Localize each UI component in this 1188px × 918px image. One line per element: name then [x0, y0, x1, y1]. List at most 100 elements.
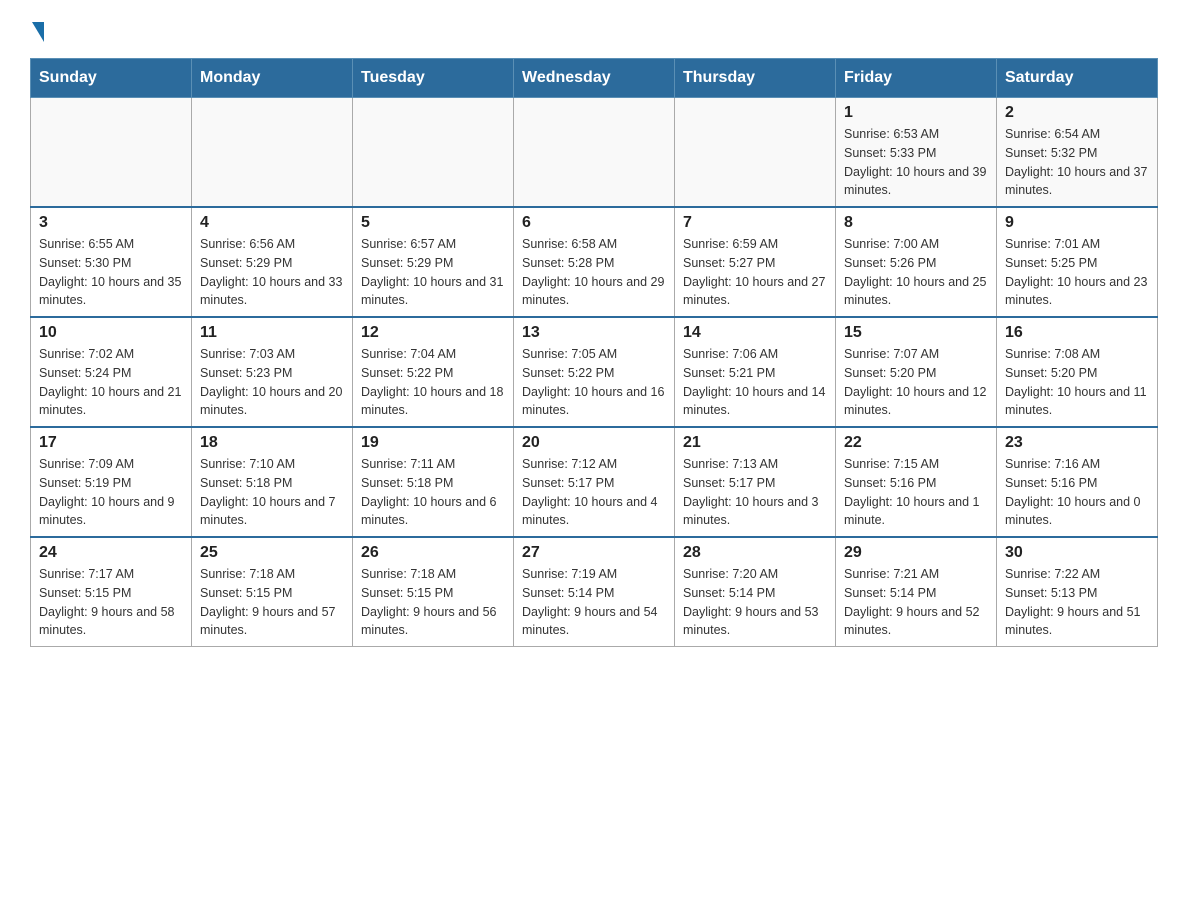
calendar-cell: 5 Sunrise: 6:57 AMSunset: 5:29 PMDaylight… [353, 207, 514, 317]
calendar-cell: 23 Sunrise: 7:16 AMSunset: 5:16 PMDayligh… [997, 427, 1158, 537]
day-info: Sunrise: 7:15 AMSunset: 5:16 PMDaylight:… [844, 455, 988, 530]
calendar-header-sunday: Sunday [31, 59, 192, 98]
calendar-cell: 25Sunrise: 7:18 AMSunset: 5:15 PMDayligh… [192, 537, 353, 647]
day-number: 4 [200, 214, 344, 232]
calendar-cell: 19 Sunrise: 7:11 AMSunset: 5:18 PMDayligh… [353, 427, 514, 537]
day-number: 10 [39, 324, 183, 342]
day-number: 21 [683, 434, 827, 452]
logo-triangle-icon [32, 22, 44, 42]
calendar-week-row: 24Sunrise: 7:17 AMSunset: 5:15 PMDayligh… [31, 537, 1158, 647]
day-number: 18 [200, 434, 344, 452]
day-number: 3 [39, 214, 183, 232]
calendar-header-thursday: Thursday [675, 59, 836, 98]
day-number: 15 [844, 324, 988, 342]
day-number: 13 [522, 324, 666, 342]
calendar-cell [31, 98, 192, 208]
day-info: Sunrise: 7:09 AMSunset: 5:19 PMDaylight:… [39, 455, 183, 530]
calendar-cell: 6 Sunrise: 6:58 AMSunset: 5:28 PMDaylight… [514, 207, 675, 317]
day-number: 26 [361, 544, 505, 562]
day-info: Sunrise: 7:08 AMSunset: 5:20 PMDaylight:… [1005, 345, 1149, 420]
calendar-cell: 30Sunrise: 7:22 AMSunset: 5:13 PMDayligh… [997, 537, 1158, 647]
day-number: 6 [522, 214, 666, 232]
day-number: 17 [39, 434, 183, 452]
calendar-cell: 26 Sunrise: 7:18 AMSunset: 5:15 PMDayligh… [353, 537, 514, 647]
calendar-header-monday: Monday [192, 59, 353, 98]
day-info: Sunrise: 7:13 AMSunset: 5:17 PMDaylight:… [683, 455, 827, 530]
calendar-cell [353, 98, 514, 208]
day-info: Sunrise: 6:54 AMSunset: 5:32 PMDaylight:… [1005, 125, 1149, 200]
day-number: 8 [844, 214, 988, 232]
day-info: Sunrise: 7:18 AMSunset: 5:15 PMDaylight:… [361, 565, 505, 640]
calendar-cell: 7 Sunrise: 6:59 AMSunset: 5:27 PMDaylight… [675, 207, 836, 317]
day-info: Sunrise: 7:12 AMSunset: 5:17 PMDaylight:… [522, 455, 666, 530]
calendar-cell: 3 Sunrise: 6:55 AMSunset: 5:30 PMDaylight… [31, 207, 192, 317]
calendar-week-row: 3 Sunrise: 6:55 AMSunset: 5:30 PMDaylight… [31, 207, 1158, 317]
calendar-week-row: 17 Sunrise: 7:09 AMSunset: 5:19 PMDayligh… [31, 427, 1158, 537]
day-info: Sunrise: 7:03 AMSunset: 5:23 PMDaylight:… [200, 345, 344, 420]
calendar-cell: 24Sunrise: 7:17 AMSunset: 5:15 PMDayligh… [31, 537, 192, 647]
calendar-header-saturday: Saturday [997, 59, 1158, 98]
day-number: 23 [1005, 434, 1149, 452]
day-number: 5 [361, 214, 505, 232]
day-info: Sunrise: 7:11 AMSunset: 5:18 PMDaylight:… [361, 455, 505, 530]
calendar-cell: 15 Sunrise: 7:07 AMSunset: 5:20 PMDayligh… [836, 317, 997, 427]
calendar-cell: 17 Sunrise: 7:09 AMSunset: 5:19 PMDayligh… [31, 427, 192, 537]
calendar-cell: 21 Sunrise: 7:13 AMSunset: 5:17 PMDayligh… [675, 427, 836, 537]
calendar-cell: 8 Sunrise: 7:00 AMSunset: 5:26 PMDaylight… [836, 207, 997, 317]
day-info: Sunrise: 6:53 AMSunset: 5:33 PMDaylight:… [844, 125, 988, 200]
calendar-cell: 13 Sunrise: 7:05 AMSunset: 5:22 PMDayligh… [514, 317, 675, 427]
day-info: Sunrise: 6:58 AMSunset: 5:28 PMDaylight:… [522, 235, 666, 310]
calendar-cell [192, 98, 353, 208]
calendar-cell: 16 Sunrise: 7:08 AMSunset: 5:20 PMDayligh… [997, 317, 1158, 427]
day-number: 1 [844, 104, 988, 122]
calendar-cell: 20 Sunrise: 7:12 AMSunset: 5:17 PMDayligh… [514, 427, 675, 537]
day-number: 14 [683, 324, 827, 342]
day-info: Sunrise: 7:02 AMSunset: 5:24 PMDaylight:… [39, 345, 183, 420]
calendar-cell: 29Sunrise: 7:21 AMSunset: 5:14 PMDayligh… [836, 537, 997, 647]
day-number: 2 [1005, 104, 1149, 122]
calendar-cell: 9Sunrise: 7:01 AMSunset: 5:25 PMDaylight… [997, 207, 1158, 317]
calendar-cell: 4Sunrise: 6:56 AMSunset: 5:29 PMDaylight… [192, 207, 353, 317]
day-info: Sunrise: 7:20 AMSunset: 5:14 PMDaylight:… [683, 565, 827, 640]
day-info: Sunrise: 7:17 AMSunset: 5:15 PMDaylight:… [39, 565, 183, 640]
day-number: 22 [844, 434, 988, 452]
calendar-cell [675, 98, 836, 208]
calendar-header-wednesday: Wednesday [514, 59, 675, 98]
day-info: Sunrise: 7:07 AMSunset: 5:20 PMDaylight:… [844, 345, 988, 420]
header [30, 20, 1158, 38]
calendar-week-row: 10 Sunrise: 7:02 AMSunset: 5:24 PMDayligh… [31, 317, 1158, 427]
day-info: Sunrise: 7:16 AMSunset: 5:16 PMDaylight:… [1005, 455, 1149, 530]
day-info: Sunrise: 7:05 AMSunset: 5:22 PMDaylight:… [522, 345, 666, 420]
logo [30, 20, 44, 38]
day-info: Sunrise: 7:04 AMSunset: 5:22 PMDaylight:… [361, 345, 505, 420]
calendar-cell: 27 Sunrise: 7:19 AMSunset: 5:14 PMDayligh… [514, 537, 675, 647]
day-number: 28 [683, 544, 827, 562]
day-number: 30 [1005, 544, 1149, 562]
day-info: Sunrise: 7:06 AMSunset: 5:21 PMDaylight:… [683, 345, 827, 420]
day-info: Sunrise: 6:57 AMSunset: 5:29 PMDaylight:… [361, 235, 505, 310]
calendar-cell: 18 Sunrise: 7:10 AMSunset: 5:18 PMDayligh… [192, 427, 353, 537]
day-info: Sunrise: 7:01 AMSunset: 5:25 PMDaylight:… [1005, 235, 1149, 310]
day-number: 16 [1005, 324, 1149, 342]
calendar-cell: 28 Sunrise: 7:20 AMSunset: 5:14 PMDayligh… [675, 537, 836, 647]
calendar-cell: 14 Sunrise: 7:06 AMSunset: 5:21 PMDayligh… [675, 317, 836, 427]
day-number: 7 [683, 214, 827, 232]
calendar-header-friday: Friday [836, 59, 997, 98]
calendar-cell: 11 Sunrise: 7:03 AMSunset: 5:23 PMDayligh… [192, 317, 353, 427]
calendar-week-row: 1 Sunrise: 6:53 AMSunset: 5:33 PMDaylight… [31, 98, 1158, 208]
day-info: Sunrise: 7:19 AMSunset: 5:14 PMDaylight:… [522, 565, 666, 640]
day-info: Sunrise: 7:10 AMSunset: 5:18 PMDaylight:… [200, 455, 344, 530]
day-number: 25 [200, 544, 344, 562]
calendar-cell: 2 Sunrise: 6:54 AMSunset: 5:32 PMDaylight… [997, 98, 1158, 208]
day-number: 11 [200, 324, 344, 342]
day-number: 27 [522, 544, 666, 562]
day-info: Sunrise: 6:59 AMSunset: 5:27 PMDaylight:… [683, 235, 827, 310]
calendar-header-row: SundayMondayTuesdayWednesdayThursdayFrid… [31, 59, 1158, 98]
day-info: Sunrise: 7:21 AMSunset: 5:14 PMDaylight:… [844, 565, 988, 640]
day-number: 20 [522, 434, 666, 452]
calendar-cell: 22 Sunrise: 7:15 AMSunset: 5:16 PMDayligh… [836, 427, 997, 537]
day-number: 19 [361, 434, 505, 452]
day-info: Sunrise: 6:55 AMSunset: 5:30 PMDaylight:… [39, 235, 183, 310]
day-info: Sunrise: 7:00 AMSunset: 5:26 PMDaylight:… [844, 235, 988, 310]
calendar-cell: 10 Sunrise: 7:02 AMSunset: 5:24 PMDayligh… [31, 317, 192, 427]
